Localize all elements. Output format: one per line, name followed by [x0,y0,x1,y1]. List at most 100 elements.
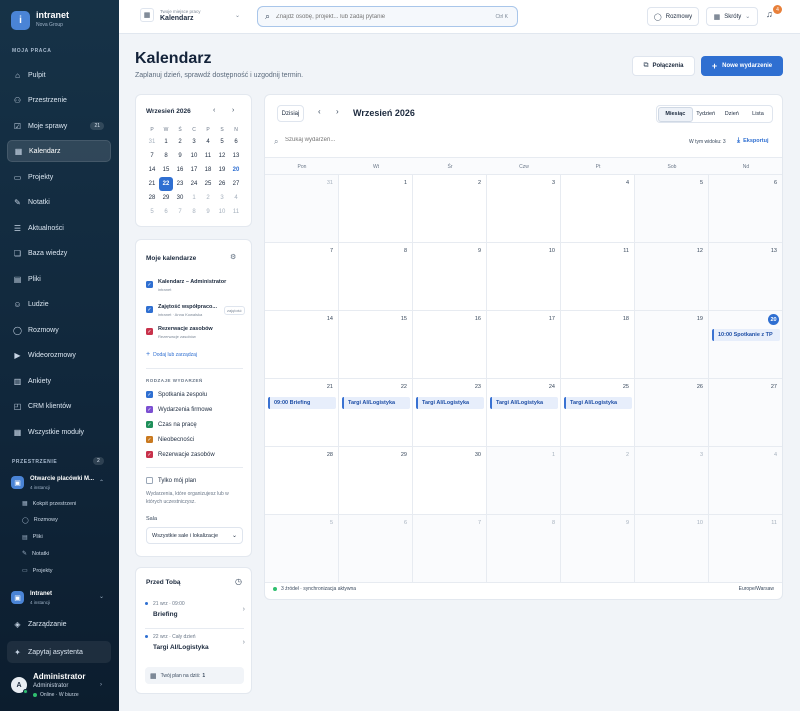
sidebar-item-crm-klientów[interactable]: ◰ CRM klientów [7,395,111,417]
shortcuts-button[interactable]: ▦ Skróty ⌄ [706,7,758,26]
day-cell[interactable]: 11 [561,243,635,311]
mini-day[interactable]: 26 [215,177,229,191]
day-cell[interactable]: 17 [487,311,561,379]
export-button[interactable]: ⤓ Eksportuj [737,137,768,145]
mini-day[interactable]: 29 [159,191,173,205]
chevron-right-icon[interactable]: › [336,107,339,116]
sidebar-item-notatki[interactable]: ✎ Notatki [7,191,111,213]
view-tab-dzień[interactable]: Dzień [719,107,745,122]
calendar-event[interactable]: Targi AI/Logistyka [416,397,484,409]
day-cell[interactable]: 21 [265,379,339,447]
mini-day[interactable]: 3 [215,191,229,205]
mini-day[interactable]: 9 [173,149,187,163]
checkbox-checked[interactable]: ✓ [146,281,153,288]
day-cell[interactable]: 15 [339,311,413,379]
calendar-event[interactable]: Targi AI/Logistyka [342,397,410,409]
calendar-event[interactable]: 09:00 Briefing [268,397,336,409]
mini-day[interactable]: 25 [201,177,215,191]
day-cell[interactable]: 10 [635,515,709,583]
mini-day[interactable]: 24 [187,177,201,191]
sidebar-item-wideorozmowy[interactable]: ▶ Wideorozmowy [7,344,111,366]
event-type-item[interactable]: ✓ Czas na pracę [146,421,197,428]
event-type-item[interactable]: ✓ Wydarzenia firmowe [146,406,212,413]
day-cell[interactable]: 22 [339,379,413,447]
event-type-item[interactable]: ✓ Nieobecności [146,436,194,443]
day-cell[interactable]: 29 [339,447,413,515]
day-cell[interactable]: 14 [265,311,339,379]
sidebar-item-pliki[interactable]: ▤ Pliki [7,268,111,290]
mini-day[interactable]: 5 [145,205,159,219]
space-item[interactable]: ▤ Pliki [22,534,43,541]
day-cell[interactable]: 6 [709,175,782,243]
checkbox-checked[interactable]: ✓ [146,451,153,458]
sidebar-item-ankiety[interactable]: ▥ Ankiety [7,370,111,392]
mini-day[interactable]: 11 [229,205,243,219]
mini-day[interactable]: 14 [145,163,159,177]
mini-day[interactable]: 13 [229,149,243,163]
day-cell[interactable]: 7 [413,515,487,583]
calendar-item[interactable]: ✓ Zajętość współpraco... intranet · Anna K… [146,304,245,317]
mini-day[interactable]: 23 [173,177,187,191]
checkbox-checked[interactable]: ✓ [146,406,153,413]
checkbox-checked[interactable]: ✓ [146,391,153,398]
sidebar-item-baza-wiedzy[interactable]: ❏ Baza wiedzy [7,242,111,264]
checkbox-checked[interactable]: ✓ [146,328,153,335]
view-tab-miesiąc[interactable]: Miesiąc [658,106,693,122]
day-cell[interactable]: 25 [561,379,635,447]
new-event-button[interactable]: + Nowe wydarzenie [701,56,783,76]
chevron-right-icon[interactable]: › [100,682,102,688]
mini-day[interactable]: 9 [201,205,215,219]
day-cell[interactable]: 9 [561,515,635,583]
day-cell[interactable]: 13 [709,243,782,311]
day-cell[interactable]: 20 [709,311,782,379]
mini-day[interactable]: 18 [201,163,215,177]
mini-day[interactable]: 15 [159,163,173,177]
day-cell[interactable]: 4 [709,447,782,515]
day-cell[interactable]: 1 [487,447,561,515]
mini-day[interactable]: 6 [159,205,173,219]
day-cell[interactable]: 3 [487,175,561,243]
view-tab-tydzień[interactable]: Tydzień [693,107,719,122]
mini-day[interactable]: 30 [173,191,187,205]
mini-day[interactable]: 3 [187,135,201,149]
day-cell[interactable]: 3 [635,447,709,515]
day-cell[interactable]: 8 [487,515,561,583]
day-cell[interactable]: 2 [413,175,487,243]
mini-day[interactable]: 22 [159,177,173,191]
mini-day[interactable]: 21 [145,177,159,191]
bell-icon[interactable]: ♫ [766,9,773,19]
mini-day[interactable]: 6 [229,135,243,149]
mini-day[interactable]: 20 [229,163,243,177]
mini-day[interactable]: 5 [215,135,229,149]
day-cell[interactable]: 31 [265,175,339,243]
sidebar-item-pulpit[interactable]: ⌂ Pulpit [7,64,111,86]
mini-day[interactable]: 7 [145,149,159,163]
day-cell[interactable]: 6 [339,515,413,583]
space-item[interactable]: ◯ Rozmowy [22,517,58,524]
day-cell[interactable]: 4 [561,175,635,243]
sidebar-item-moje-sprawy[interactable]: ☑ Moje sprawy 21 [7,115,111,137]
day-cell[interactable]: 19 [635,311,709,379]
event-search-input[interactable] [285,137,435,143]
today-button[interactable]: Dzisiaj [277,105,304,122]
event-type-item[interactable]: ✓ Spotkania zespołu [146,391,207,398]
day-cell[interactable]: 11 [709,515,782,583]
event-type-item[interactable]: ✓ Rezerwacje zasobów [146,451,215,458]
mini-day[interactable]: 7 [173,205,187,219]
view-tab-lista[interactable]: Lista [745,107,771,122]
mini-day[interactable]: 2 [173,135,187,149]
sidebar-item-ludzie[interactable]: ☺ Ludzie [7,293,111,315]
space-name[interactable]: Otwarcie placówki M... [30,476,94,482]
chevron-up-icon[interactable]: ⌃ [99,479,104,486]
day-cell[interactable]: 7 [265,243,339,311]
room-select[interactable]: Wszystkie sale i lokalizacje ⌄ [146,527,243,544]
mini-day[interactable]: 17 [187,163,201,177]
sidebar-item-aktualności[interactable]: ☰ Aktualności [7,217,111,239]
calendar-event[interactable]: 10:00 Spotkanie z TP [712,329,780,341]
mini-day[interactable]: 28 [145,191,159,205]
sidebar-item-kalendarz[interactable]: ▦ Kalendarz [7,140,111,162]
chevron-down-icon[interactable]: ⌄ [235,12,240,19]
space-item[interactable]: ▭ Projekty [22,567,53,575]
space-name[interactable]: Intranet [30,591,52,597]
mini-day[interactable]: 12 [215,149,229,163]
